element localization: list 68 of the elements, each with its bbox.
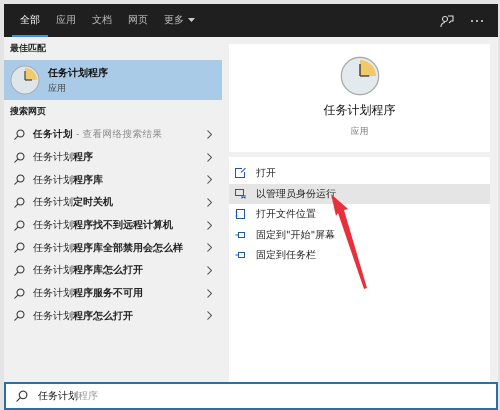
- search-suggestion: 任务计划程序找不到远程计算机: [33, 218, 174, 232]
- chevron-right-icon: [207, 243, 212, 252]
- app-title: 任务计划程序: [324, 102, 396, 119]
- section-heading: 最佳匹配: [9, 42, 47, 56]
- web-search-item[interactable]: 任务计划程序找不到远程计算机: [4, 214, 222, 236]
- action-label: 打开: [256, 166, 276, 180]
- search-suggestion: 任务计划程序服务不可用: [33, 286, 144, 300]
- chevron-right-icon: [207, 198, 212, 207]
- search-icon: [14, 196, 25, 208]
- chevron-right-icon: [207, 266, 212, 275]
- clock-icon: [10, 65, 40, 95]
- chevron-right-icon: [207, 311, 212, 320]
- search-icon: [16, 390, 28, 402]
- action-item[interactable]: 固定到"开始"屏幕: [229, 224, 490, 245]
- app-type: 应用: [350, 126, 368, 138]
- web-search-item[interactable]: 任务计划程序怎么打开: [4, 304, 222, 328]
- search-icon: [14, 264, 25, 276]
- chevron-right-icon: [207, 130, 212, 139]
- search-text: 任务计划: [38, 390, 78, 403]
- search-icon: [14, 128, 25, 140]
- search-suggestion: 任务计划程序库怎么打开: [33, 263, 144, 278]
- search-suggestion: 任务计划定时关机: [33, 195, 114, 210]
- chevron-right-icon: [207, 175, 212, 184]
- best-match-item[interactable]: 任务计划程序 应用: [4, 60, 222, 100]
- pin-icon: [235, 250, 246, 260]
- autocomplete-text: 程序: [78, 390, 98, 403]
- search-suggestion: 任务计划程序库: [33, 173, 104, 187]
- search-suggestion: 任务计划程序库全部禁用会怎么样: [33, 241, 184, 255]
- tab[interactable]: 更多: [156, 4, 203, 37]
- web-search-item[interactable]: 任务计划程序库: [4, 168, 222, 192]
- web-search-item[interactable]: 任务计划程序: [4, 146, 222, 168]
- tab[interactable]: 应用: [48, 4, 84, 37]
- chevron-right-icon: [207, 152, 212, 162]
- web-search-item[interactable]: 任务计划程序库怎么打开: [4, 259, 222, 282]
- open-icon: [235, 168, 246, 178]
- search-icon: [14, 288, 25, 299]
- action-item[interactable]: 打开文件位置: [229, 204, 490, 224]
- search-icon: [14, 242, 25, 254]
- search-suggestion: 任务计划 - 查看网络搜索结果: [33, 128, 164, 141]
- section-heading: 搜索网页: [9, 105, 47, 119]
- search-icon: [14, 152, 25, 163]
- chevron-right-icon: [207, 220, 212, 230]
- app-type: 应用: [48, 82, 67, 94]
- search-icon: [14, 174, 25, 186]
- web-search-item[interactable]: 任务计划程序服务不可用: [4, 282, 222, 304]
- chevron-right-icon: [207, 288, 212, 298]
- folder-icon: [235, 209, 246, 220]
- web-search-item[interactable]: 任务计划程序库全部禁用会怎么样: [4, 236, 222, 260]
- web-search-item[interactable]: 任务计划 - 查看网络搜索结果: [4, 123, 222, 146]
- search-suggestion: 任务计划程序怎么打开: [33, 309, 134, 323]
- clock-icon: [340, 56, 380, 96]
- search-field[interactable]: 任务计划程序: [4, 382, 498, 410]
- tab[interactable]: 文档: [84, 4, 120, 37]
- search-icon: [14, 220, 25, 231]
- action-label: 固定到"开始"屏幕: [256, 228, 336, 242]
- more-icon[interactable]: [470, 18, 484, 22]
- shield-icon: [235, 188, 246, 199]
- web-search-item[interactable]: 任务计划定时关机: [4, 191, 222, 214]
- action-label: 打开文件位置: [256, 208, 316, 222]
- app-title: 任务计划程序: [48, 66, 108, 80]
- pin-icon: [235, 230, 246, 240]
- action-item[interactable]: 固定到任务栏: [229, 245, 490, 266]
- action-item[interactable]: 打开: [229, 163, 490, 184]
- feedback-icon[interactable]: [440, 14, 454, 28]
- search-suggestion: 任务计划程序: [33, 150, 94, 164]
- action-label: 固定到任务栏: [256, 248, 316, 262]
- tab[interactable]: 网页: [120, 4, 156, 37]
- search-icon: [14, 310, 25, 322]
